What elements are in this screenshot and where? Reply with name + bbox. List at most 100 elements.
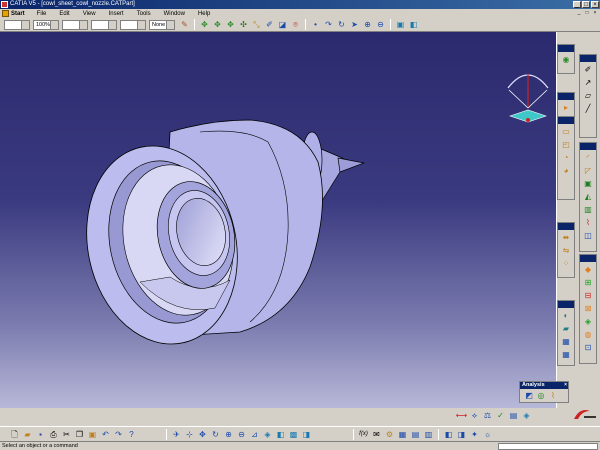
rotate-icon[interactable]: ↻	[210, 429, 221, 440]
knowledge-icon[interactable]: ◈	[521, 410, 532, 421]
new-icon[interactable]: 🗋	[9, 429, 20, 440]
layout-icon[interactable]: ▥	[423, 429, 434, 440]
menu-edit[interactable]: Edit	[59, 11, 69, 17]
zoom-out-icon[interactable]: ⊖	[375, 19, 386, 30]
pan-icon[interactable]: ✥	[199, 19, 210, 30]
doc-minimize-button[interactable]: _	[576, 10, 582, 16]
toolbar-grip[interactable]	[558, 301, 574, 308]
pad-icon[interactable]: ▭	[559, 126, 573, 137]
menu-tools[interactable]: Tools	[137, 11, 151, 17]
help-icon[interactable]: ?	[126, 429, 137, 440]
pan-icon[interactable]: ✥	[197, 429, 208, 440]
doc-close-button[interactable]: ×	[592, 10, 598, 16]
measure-item-icon[interactable]: ⟡	[469, 410, 480, 421]
curvature-analysis-icon[interactable]: ◎	[536, 391, 546, 401]
thick-surface-icon[interactable]: ▰	[559, 323, 573, 334]
render-icon[interactable]: ◧	[443, 429, 454, 440]
mirror-icon[interactable]: ⇋	[559, 245, 573, 256]
grid-icon[interactable]: ▦	[559, 349, 573, 360]
undo-icon[interactable]: ↶	[100, 429, 111, 440]
close-surface-icon[interactable]: ▦	[559, 336, 573, 347]
rotate-view-icon[interactable]: ↻	[336, 19, 347, 30]
save-icon[interactable]: ▪	[35, 429, 46, 440]
curve-icon[interactable]: ↷	[323, 19, 334, 30]
point-style-combo[interactable]	[120, 19, 146, 30]
zoom-combo[interactable]: 100%	[33, 19, 59, 30]
pattern-icon[interactable]: ⁘	[559, 258, 573, 269]
zoom-in-icon[interactable]: ⊕	[362, 19, 373, 30]
layer-none-combo[interactable]: None	[149, 19, 175, 30]
power-input-field[interactable]	[498, 443, 598, 450]
menu-view[interactable]: View	[83, 11, 96, 17]
toolbar-grip[interactable]	[558, 45, 574, 52]
start-menu[interactable]: Start	[2, 10, 25, 17]
fly-icon[interactable]: ➤	[349, 19, 360, 30]
hole-icon[interactable]: ⌾	[290, 19, 301, 30]
union-trim-icon[interactable]: ◈	[581, 316, 595, 327]
constraint-icon[interactable]: ▸	[559, 102, 573, 113]
assemble-icon[interactable]: ◆	[581, 264, 595, 275]
chamfer-icon[interactable]: ◸	[581, 165, 595, 176]
intersect-icon[interactable]: ⊠	[581, 303, 595, 314]
thread-icon[interactable]: ⌇	[581, 217, 595, 228]
normal-view-icon[interactable]: ▣	[395, 19, 406, 30]
menu-window[interactable]: Window	[164, 11, 185, 17]
translate-icon[interactable]: ⬌	[559, 232, 573, 243]
measure-inertia-icon[interactable]: ⚖	[482, 410, 493, 421]
zoom-in-icon[interactable]: ⊕	[223, 429, 234, 440]
surface-icon[interactable]: ◪	[277, 19, 288, 30]
menu-help[interactable]: Help	[198, 11, 210, 17]
toolbar-grip[interactable]	[580, 55, 596, 62]
remove-face-icon[interactable]: ◫	[581, 230, 595, 241]
paint-icon[interactable]: ✎	[179, 19, 190, 30]
pocket-icon[interactable]: ◰	[559, 139, 573, 150]
iso-view-icon[interactable]: ◈	[262, 429, 273, 440]
measure-icon[interactable]: ⤡	[251, 19, 262, 30]
draft-icon[interactable]: ◭	[581, 191, 595, 202]
zoom-out-icon[interactable]: ⊖	[236, 429, 247, 440]
paste-icon[interactable]: ▣	[87, 429, 98, 440]
table-icon[interactable]: ▦	[397, 429, 408, 440]
line-icon[interactable]: ╱	[581, 103, 595, 114]
catia-app-icon[interactable]	[1, 1, 8, 8]
analysis-title[interactable]: Analysis ×	[520, 382, 568, 389]
layer-combo[interactable]	[4, 19, 30, 30]
catalog-icon[interactable]: ▤	[508, 410, 519, 421]
swap-visible-icon[interactable]: ◨	[301, 429, 312, 440]
sew-surface-icon[interactable]: ⊡	[581, 342, 595, 353]
maximize-button[interactable]: □	[582, 1, 590, 8]
doc-restore-button[interactable]: □	[584, 10, 590, 16]
light-icon[interactable]: ☼	[482, 429, 493, 440]
close-button[interactable]: ×	[591, 1, 599, 8]
publish-icon[interactable]: ✓	[495, 410, 506, 421]
point-icon[interactable]: •	[310, 19, 321, 30]
sketch-icon[interactable]: ✐	[581, 64, 595, 75]
move-icon[interactable]: ✥	[225, 19, 236, 30]
hide-show-icon[interactable]: ▩	[288, 429, 299, 440]
cut-icon[interactable]: ✂	[61, 429, 72, 440]
sketch-icon[interactable]: ✐	[264, 19, 275, 30]
draft-analysis-icon[interactable]: ◩	[524, 391, 534, 401]
linetype-combo[interactable]	[62, 19, 88, 30]
measure-between-icon[interactable]: ⟷	[456, 410, 467, 421]
menu-file[interactable]: File	[37, 11, 47, 17]
thread-analysis-icon[interactable]: ⌇	[548, 391, 558, 401]
print-icon[interactable]: ⎙	[48, 429, 59, 440]
minimize-button[interactable]: _	[573, 1, 581, 8]
compass-icon[interactable]: ✦	[469, 429, 480, 440]
rotate-icon[interactable]: ✥	[212, 19, 223, 30]
redo-icon[interactable]: ↷	[113, 429, 124, 440]
toolbar-grip[interactable]	[558, 93, 574, 100]
comment-icon[interactable]: ✉	[371, 429, 382, 440]
shell-icon[interactable]: ▣	[581, 178, 595, 189]
macro-icon[interactable]: ⚙	[384, 429, 395, 440]
toolbar-grip[interactable]	[580, 143, 596, 150]
fly-icon[interactable]: ✈	[171, 429, 182, 440]
fillet-icon[interactable]: ◜	[581, 152, 595, 163]
analysis-close-button[interactable]: ×	[564, 382, 567, 389]
fit-all-icon[interactable]: ⊹	[184, 429, 195, 440]
shading-icon[interactable]: ◧	[408, 19, 419, 30]
parameter-icon[interactable]: ▤	[410, 429, 421, 440]
remove-icon[interactable]: ⊟	[581, 290, 595, 301]
3d-viewport[interactable]	[0, 32, 556, 408]
